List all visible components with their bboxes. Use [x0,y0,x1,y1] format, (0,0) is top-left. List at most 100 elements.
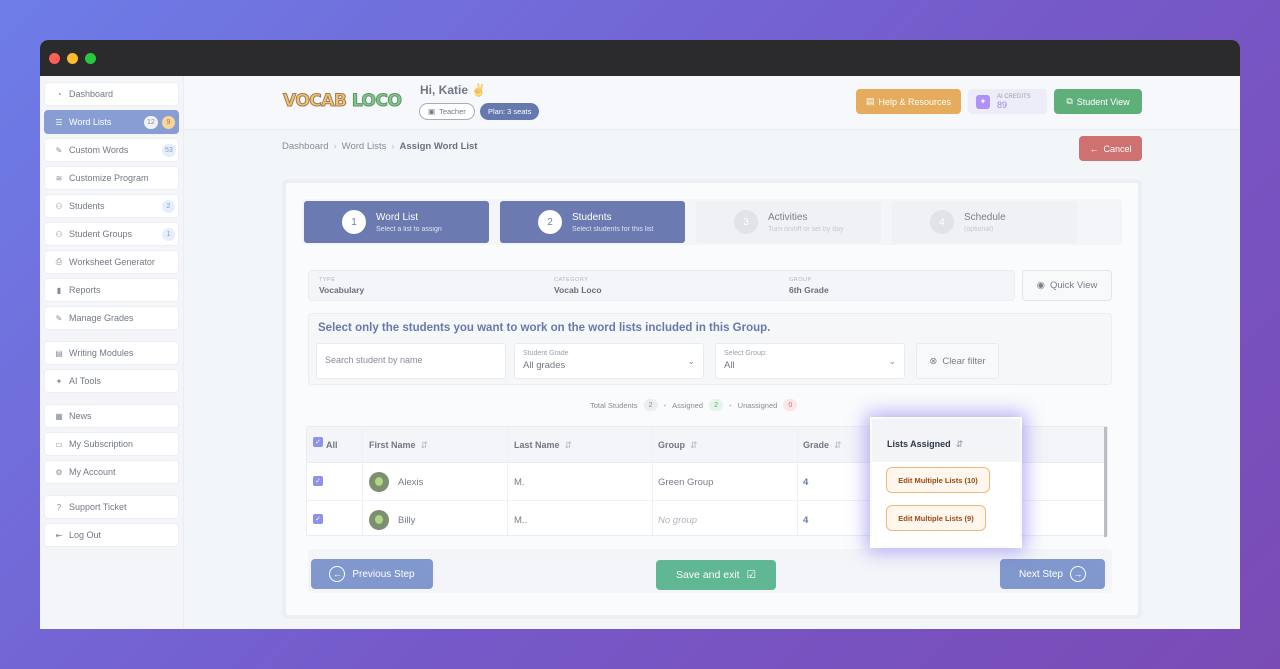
app: ◔ Dashboard ☰ Word Lists 12 9 ✎ Custom Word… [40,76,1240,629]
badge-word-lists-count: 12 [144,116,158,129]
badge-student-groups: 1 [162,228,175,241]
clear-filter-button[interactable]: ⊗ Clear filter [916,343,999,379]
chevron-down-icon: ⌄ [888,356,896,366]
arrow-left-icon: ← [1089,143,1099,154]
lists-assigned-spotlight: Lists Assigned ⇵ Edit Multiple Lists (10)… [870,417,1022,548]
header-group[interactable]: Group ⇵ [658,440,698,451]
sidebar-item-custom-words[interactable]: ✎ Custom Words 53 [44,138,179,162]
wizard-footer: ← Previous Step Save and exit ☑ Next Step → [308,549,1112,593]
bar-chart-icon: ▮ [56,285,62,295]
assigned-badge: 2 [709,399,724,411]
search-input[interactable]: Search student by name [316,343,506,379]
users-icon: ⚇ [55,201,63,211]
student-stats: Total Students 2 • Assigned 2 • Unassigned… [590,399,798,411]
cancel-button[interactable]: ← Cancel [1079,136,1142,161]
previous-step-button[interactable]: ← Previous Step [311,559,433,589]
dashboard-icon: ◔ [56,89,62,99]
quick-view-button[interactable]: ◉ Quick View [1022,270,1112,301]
row-checkbox[interactable]: ✓ [313,476,323,486]
sort-icon: ⇵ [420,440,429,450]
sidebar-item-my-subscription[interactable]: ▭ My Subscription [44,432,179,456]
meta-category: Vocab Loco [554,285,602,295]
row-checkbox[interactable]: ✓ [313,514,323,524]
sidebar-item-students[interactable]: ⚇ Students 2 [44,194,179,218]
sidebar-item-ai-tools[interactable]: ✦ AI Tools [44,369,179,393]
badge-word-lists-new: 9 [162,116,175,129]
gear-icon: ⚙ [55,467,63,477]
sidebar-item-news[interactable]: ▦ News [44,404,179,428]
next-step-button[interactable]: Next Step → [1000,559,1105,589]
browser-window: ◔ Dashboard ☰ Word Lists 12 9 ✎ Custom Word… [40,40,1240,629]
edit-multiple-lists-button[interactable]: Edit Multiple Lists (9) [886,505,986,531]
badge-students: 2 [162,200,175,213]
sidebar-item-student-groups[interactable]: ⚇ Student Groups 1 [44,222,179,246]
filters-heading: Select only the students you want to wor… [318,322,771,334]
close-window-button[interactable] [49,52,60,64]
arrow-left-icon: ← [329,566,346,582]
edit-multiple-lists-button[interactable]: Edit Multiple Lists (10) [886,467,990,493]
avatar [369,510,389,530]
sidebar-item-manage-grades[interactable]: ✎ Manage Grades [44,306,179,330]
top-bar: VOCAB LOCO Hi, Katie ✌ ▣ Teacher Plan: 3 … [184,76,1240,130]
list-meta: TYPE Vocabulary CATEGORY Vocab Loco GROUP 6… [308,270,1015,301]
sidebar-item-customize-program[interactable]: ≋ Customize Program [44,166,179,190]
header-last-name[interactable]: Last Name ⇵ [514,440,572,451]
breadcrumb-separator: › [333,141,337,152]
sidebar-item-log-out[interactable]: ⇤ Log Out [44,523,179,547]
first-name: Billy [398,515,416,526]
plan-chip: Plan: 3 seats [480,103,540,120]
vocab-loco-logo[interactable]: VOCAB LOCO [282,91,402,112]
step-schedule[interactable]: 4 Schedule (optional) [892,201,1077,243]
help-resources-button[interactable]: ▤ Help & Resources [856,89,961,114]
sidebar-item-writing-modules[interactable]: ▤ Writing Modules [44,341,179,365]
sidebar-item-dashboard[interactable]: ◔ Dashboard [44,82,179,106]
unassigned-badge: 0 [783,399,798,411]
sparkle-icon: ✦ [55,376,63,386]
edit-icon: ✎ [55,313,63,323]
sliders-icon: ≋ [55,173,63,183]
grade-select[interactable]: Student Grade All grades ⌄ [514,343,704,379]
news-icon: ▦ [55,411,63,421]
last-name: M.. [514,515,528,526]
avatar [369,472,389,492]
logout-icon: ⇤ [55,530,63,540]
sort-icon: ⇵ [955,439,964,449]
student-view-button[interactable]: ⧉ Student View [1054,89,1142,114]
sort-icon: ⇵ [564,440,573,450]
badge-custom-words: 53 [162,144,176,157]
stepper: 1 Word List Select a list to assign 2 Stude… [302,199,1122,245]
arrow-right-icon: → [1069,566,1086,582]
table-scrollbar[interactable] [1104,427,1107,537]
header-grade[interactable]: Grade ⇵ [803,440,842,451]
eye-icon: ◉ [1036,280,1045,291]
assign-card: 1 Word List Select a list to assign 2 Stude… [282,179,1142,619]
breadcrumb-dashboard[interactable]: Dashboard [282,141,328,152]
save-and-exit-button[interactable]: Save and exit ☑ [656,560,776,590]
header-all: All [326,440,338,450]
select-all-checkbox[interactable]: ✓ [313,437,323,447]
filters-panel: Select only the students you want to wor… [308,313,1112,385]
breadcrumb-separator: › [391,141,395,152]
sidebar-item-worksheet-generator[interactable]: ⎙ Worksheet Generator [44,250,179,274]
grade-value: 4 [803,477,809,488]
list-icon: ☰ [55,117,63,127]
breadcrumb: Dashboard › Word Lists › Assign Word Lis… [282,141,477,152]
group-name: No group [658,515,698,526]
step-students[interactable]: 2 Students Select students for this list [500,201,685,243]
step-word-list[interactable]: 1 Word List Select a list to assign [304,201,489,243]
header-first-name[interactable]: First Name ⇵ [369,440,428,451]
maximize-window-button[interactable] [85,52,96,64]
header-lists-assigned[interactable]: Lists Assigned ⇵ [887,439,963,450]
total-students-badge: 2 [643,399,658,411]
breadcrumb-word-lists[interactable]: Word Lists [342,141,387,152]
sidebar-item-reports[interactable]: ▮ Reports [44,278,179,302]
sidebar-item-my-account[interactable]: ⚙ My Account [44,460,179,484]
minimize-window-button[interactable] [67,52,78,64]
step-activities[interactable]: 3 Activities Turn on/off or set by day [696,201,881,243]
ai-credits-widget[interactable]: ✦ AI CREDITS 89 [968,89,1047,114]
check-square-icon: ☑ [746,569,757,581]
printer-icon: ⎙ [55,257,63,266]
sidebar-item-word-lists[interactable]: ☰ Word Lists 12 9 [44,110,179,134]
group-select[interactable]: Select Group: All ⌄ [715,343,905,379]
sidebar-item-support-ticket[interactable]: ? Support Ticket [44,495,179,519]
